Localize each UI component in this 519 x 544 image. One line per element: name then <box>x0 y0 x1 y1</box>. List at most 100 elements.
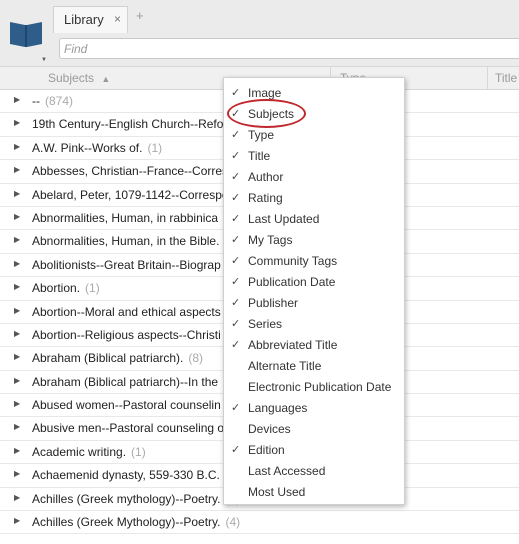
item-count: (1) <box>131 444 146 459</box>
expand-arrow-icon[interactable]: ▶ <box>14 235 20 244</box>
expand-arrow-icon[interactable]: ▶ <box>14 493 20 502</box>
checkmark-icon: ✓ <box>231 318 241 330</box>
expand-arrow-icon[interactable]: ▶ <box>14 329 20 338</box>
menu-item-label: Last Updated <box>248 212 320 226</box>
menu-item-label: Image <box>248 86 282 100</box>
subject-text: Abraham (Biblical patriarch). <box>32 351 184 366</box>
subject-text: Abortion. <box>32 281 81 296</box>
subject-label: Achaemenid dynasty, 559-330 B.C. <box>32 468 225 482</box>
menu-item-publication-date[interactable]: ✓ Publication Date <box>224 272 404 293</box>
expand-arrow-icon[interactable]: ▶ <box>14 212 20 221</box>
menu-item-label: Type <box>248 128 275 142</box>
menu-item-label: Publication Date <box>248 275 336 289</box>
subject-text: 19th Century--English Church--Refo <box>32 117 224 132</box>
menu-item-my-tags[interactable]: ✓ My Tags <box>224 230 404 251</box>
subject-text: -- <box>32 94 40 108</box>
checkmark-icon: ✓ <box>231 276 241 288</box>
subject-text: Academic writing. <box>32 444 127 459</box>
subject-text: Achaemenid dynasty, 559-330 B.C. <box>32 468 220 483</box>
subject-label: Abortion--Moral and ethical aspects <box>32 305 226 319</box>
expand-arrow-icon[interactable]: ▶ <box>14 446 20 455</box>
menu-item-title[interactable]: ✓ Title <box>224 146 404 167</box>
column-label: Subjects <box>48 71 95 85</box>
menu-item-most-used[interactable]: Most Used <box>224 482 404 503</box>
sort-ascending-icon: ▲ <box>101 74 111 84</box>
expand-arrow-icon[interactable]: ▶ <box>14 165 20 174</box>
menu-item-alternate-title[interactable]: Alternate Title <box>224 356 404 377</box>
close-tab-icon[interactable]: × <box>114 12 121 26</box>
column-divider[interactable] <box>487 67 488 89</box>
dropdown-caret-icon[interactable]: ▼ <box>41 57 47 63</box>
checkmark-icon: ✓ <box>231 234 241 246</box>
menu-item-label: Rating <box>248 191 283 205</box>
checkmark-icon: ✓ <box>231 444 241 456</box>
subject-text: Abolitionists--Great Britain--Biograp <box>32 257 221 272</box>
subject-label: Abolitionists--Great Britain--Biograp <box>32 258 226 272</box>
subject-text: Abusive men--Pastoral counseling o <box>32 421 225 436</box>
menu-item-label: Devices <box>248 422 291 436</box>
menu-item-edition[interactable]: ✓ Edition <box>224 440 404 461</box>
expand-arrow-icon[interactable]: ▶ <box>14 189 20 198</box>
menu-item-label: Title <box>248 149 271 163</box>
menu-item-label: Community Tags <box>248 254 338 268</box>
subject-text: Achilles (Greek Mythology)--Poetry. <box>32 515 221 530</box>
subject-label: Abraham (Biblical patriarch)--In the <box>32 375 223 389</box>
subject-label: 19th Century--English Church--Refo <box>32 117 228 131</box>
subject-text: Abused women--Pastoral counselin <box>32 398 221 413</box>
subject-label: Abusive men--Pastoral counseling o <box>32 421 229 435</box>
expand-arrow-icon[interactable]: ▶ <box>14 399 20 408</box>
menu-item-type[interactable]: ✓ Type <box>224 125 404 146</box>
expand-arrow-icon[interactable]: ▶ <box>14 516 20 525</box>
checkmark-icon: ✓ <box>231 213 241 225</box>
menu-item-label: Edition <box>248 443 285 457</box>
subject-label: Abbesses, Christian--France--Corres <box>32 164 233 178</box>
menu-item-subjects[interactable]: ✓ Subjects <box>224 104 404 125</box>
tab-library[interactable]: Library × <box>53 6 128 33</box>
expand-arrow-icon[interactable]: ▶ <box>14 469 20 478</box>
menu-item-label: My Tags <box>248 233 293 247</box>
expand-arrow-icon[interactable]: ▶ <box>14 95 20 104</box>
menu-item-series[interactable]: ✓ Series <box>224 314 404 335</box>
subject-label: Abraham (Biblical patriarch). (8) <box>32 351 203 365</box>
library-book-icon[interactable] <box>9 18 43 48</box>
list-item[interactable]: ▶ Achilles (Greek Mythology)--Poetry. (4) <box>0 511 519 535</box>
menu-item-last-accessed[interactable]: Last Accessed <box>224 461 404 482</box>
checkmark-icon: ✓ <box>231 87 241 99</box>
menu-item-last-updated[interactable]: ✓ Last Updated <box>224 209 404 230</box>
menu-item-label: Author <box>248 170 284 184</box>
expand-arrow-icon[interactable]: ▶ <box>14 259 20 268</box>
column-header-subjects[interactable]: Subjects ▲ <box>48 71 110 85</box>
expand-arrow-icon[interactable]: ▶ <box>14 376 20 385</box>
menu-item-publisher[interactable]: ✓ Publisher <box>224 293 404 314</box>
column-header-title[interactable]: Title <box>495 71 517 85</box>
subject-label: Abnormalities, Human, in the Bible. <box>32 234 224 248</box>
expand-arrow-icon[interactable]: ▶ <box>14 352 20 361</box>
column-chooser-menu: ✓ Image ✓ Subjects ✓ Type ✓ Title ✓ Author ✓ Rating… <box>223 77 405 505</box>
menu-item-label: Publisher <box>248 296 299 310</box>
menu-item-image[interactable]: ✓ Image <box>224 83 404 104</box>
menu-item-community-tags[interactable]: ✓ Community Tags <box>224 251 404 272</box>
tab-label: Library <box>64 12 104 27</box>
expand-arrow-icon[interactable]: ▶ <box>14 118 20 127</box>
expand-arrow-icon[interactable]: ▶ <box>14 142 20 151</box>
subject-text: Abortion--Moral and ethical aspects <box>32 304 221 319</box>
subject-text: Abnormalities, Human, in the Bible. <box>32 234 220 249</box>
menu-item-electronic-publication-date[interactable]: Electronic Publication Date <box>224 377 404 398</box>
expand-arrow-icon[interactable]: ▶ <box>14 282 20 291</box>
menu-item-languages[interactable]: ✓ Languages <box>224 398 404 419</box>
checkmark-icon: ✓ <box>231 171 241 183</box>
checkmark-icon: ✓ <box>231 150 241 162</box>
item-count: (4) <box>225 515 241 530</box>
subject-label: Abnormalities, Human, in rabbinica <box>32 211 223 225</box>
menu-item-devices[interactable]: Devices <box>224 419 404 440</box>
checkmark-icon: ✓ <box>231 297 241 309</box>
find-input[interactable] <box>64 41 504 56</box>
item-count: (8) <box>188 351 204 366</box>
menu-item-author[interactable]: ✓ Author <box>224 167 404 188</box>
new-tab-button[interactable]: + <box>136 8 144 23</box>
menu-item-rating[interactable]: ✓ Rating <box>224 188 404 209</box>
checkmark-icon: ✓ <box>231 255 241 267</box>
expand-arrow-icon[interactable]: ▶ <box>14 306 20 315</box>
menu-item-abbreviated-title[interactable]: ✓ Abbreviated Title <box>224 335 404 356</box>
expand-arrow-icon[interactable]: ▶ <box>14 422 20 431</box>
